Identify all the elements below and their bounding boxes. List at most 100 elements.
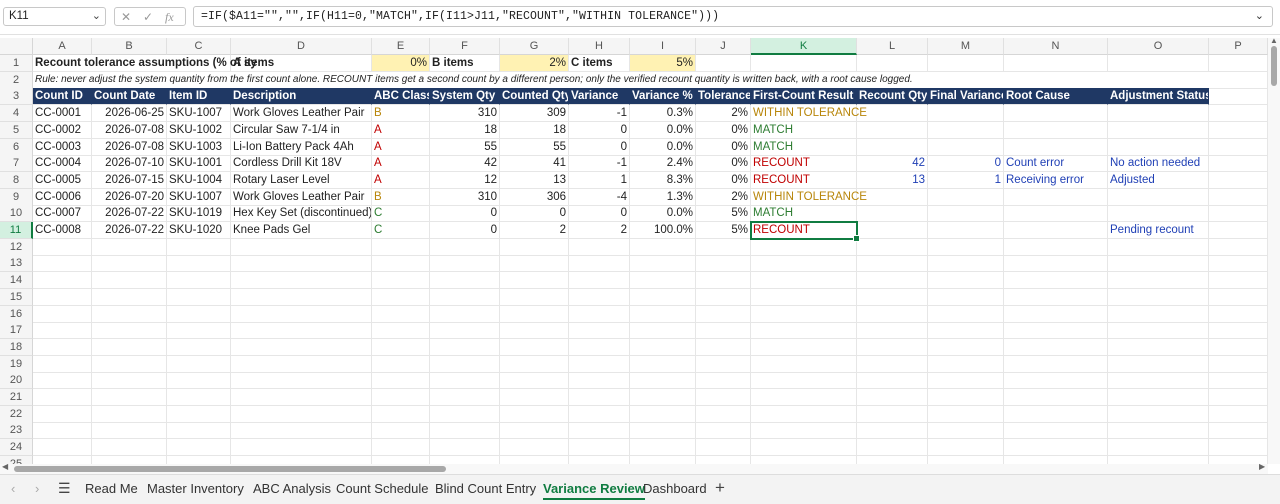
table-cell[interactable]: C [372,205,430,223]
empty-cell[interactable] [372,389,430,406]
table-cell[interactable]: 1.3% [630,188,696,206]
empty-cell[interactable] [751,322,857,340]
row-header-10[interactable]: 10 [0,205,33,223]
empty-cell[interactable] [372,355,430,373]
column-title[interactable]: Count ID [33,88,92,106]
table-cell[interactable]: B [372,105,430,123]
empty-cell[interactable] [1004,255,1108,273]
table-cell[interactable]: 2026-07-22 [92,205,167,223]
empty-cell[interactable] [1209,138,1268,156]
empty-cell[interactable] [33,405,92,423]
empty-cell[interactable] [430,322,500,340]
empty-cell[interactable] [33,272,92,290]
assumption-c-label[interactable]: C items [569,55,630,72]
worksheet-grid[interactable]: A B C D E F G H I J K L M N O P 1 2 3 4 5 6 7 8 9 10 11 12 13 14 15 16 1… [0,38,1268,464]
empty-cell[interactable] [1004,405,1108,423]
empty-cell[interactable] [500,439,569,457]
empty-cell[interactable] [1004,288,1108,306]
row-header-2[interactable]: 2 [0,71,33,89]
empty-cell[interactable] [751,389,857,406]
table-cell[interactable] [1004,138,1108,156]
row-header-15[interactable]: 15 [0,288,33,306]
row-header-9[interactable]: 9 [0,188,33,206]
empty-cell[interactable] [372,305,430,323]
table-cell[interactable] [928,138,1004,156]
empty-cell[interactable] [500,422,569,440]
empty-cell[interactable] [92,455,167,464]
table-cell[interactable] [857,105,928,123]
table-cell[interactable]: CC-0004 [33,155,92,173]
table-cell[interactable]: No action needed [1108,155,1209,173]
table-cell[interactable] [1108,205,1209,223]
table-cell[interactable]: 2026-07-08 [92,121,167,139]
empty-cell[interactable] [33,288,92,306]
column-header-h[interactable]: H [569,38,630,55]
table-cell[interactable]: Cordless Drill Kit 18V [231,155,372,173]
column-title[interactable]: Item ID [167,88,231,106]
empty-cell[interactable] [33,422,92,440]
empty-cell[interactable] [630,238,696,256]
empty-cell[interactable] [430,288,500,306]
empty-cell[interactable] [751,272,857,290]
table-cell[interactable] [928,222,1004,239]
table-cell[interactable] [928,105,1004,123]
empty-cell[interactable] [1108,55,1209,72]
empty-cell[interactable] [430,238,500,256]
column-title[interactable]: Root Cause [1004,88,1108,106]
empty-cell[interactable] [372,272,430,290]
empty-cell[interactable] [372,405,430,423]
empty-cell[interactable] [231,455,372,464]
column-title[interactable]: Tolerance [696,88,751,106]
column-title[interactable]: Count Date [92,88,167,106]
empty-cell[interactable] [167,422,231,440]
empty-cell[interactable] [630,338,696,356]
horizontal-scroll-thumb[interactable] [14,466,446,472]
empty-cell[interactable] [1209,272,1268,290]
empty-cell[interactable] [630,405,696,423]
empty-cell[interactable] [630,372,696,390]
empty-cell[interactable] [751,439,857,457]
empty-cell[interactable] [372,288,430,306]
empty-cell[interactable] [167,238,231,256]
empty-cell[interactable] [696,389,751,406]
empty-cell[interactable] [1108,422,1209,440]
empty-cell[interactable] [231,255,372,273]
column-title[interactable]: Adjustment Status [1108,88,1209,106]
empty-cell[interactable] [1209,71,1268,89]
table-cell[interactable]: MATCH [751,138,857,156]
empty-cell[interactable] [857,338,928,356]
empty-cell[interactable] [430,255,500,273]
table-cell[interactable] [857,188,928,206]
empty-cell[interactable] [1004,355,1108,373]
empty-cell[interactable] [751,355,857,373]
column-title[interactable]: Final Variance [928,88,1004,106]
row-header-8[interactable]: 8 [0,171,33,189]
empty-cell[interactable] [1108,439,1209,457]
table-cell[interactable]: 2026-06-25 [92,105,167,123]
empty-cell[interactable] [1209,338,1268,356]
table-cell[interactable]: 2% [696,105,751,123]
empty-cell[interactable] [92,422,167,440]
empty-cell[interactable] [928,238,1004,256]
empty-cell[interactable] [167,355,231,373]
empty-cell[interactable] [1108,322,1209,340]
table-cell[interactable] [857,138,928,156]
empty-cell[interactable] [1209,188,1268,206]
table-cell[interactable]: B [372,188,430,206]
table-cell[interactable] [928,121,1004,139]
table-cell[interactable]: Work Gloves Leather Pair [231,188,372,206]
empty-cell[interactable] [167,305,231,323]
scroll-right-icon[interactable]: ▶ [1259,462,1265,471]
tab-variance-review[interactable]: Variance Review [543,481,645,500]
empty-cell[interactable] [630,355,696,373]
empty-cell[interactable] [857,288,928,306]
empty-cell[interactable] [1209,322,1268,340]
empty-cell[interactable] [92,305,167,323]
empty-cell[interactable] [500,372,569,390]
table-cell[interactable]: A [372,155,430,173]
empty-cell[interactable] [231,288,372,306]
rule-note[interactable]: Rule: never adjust the system quantity f… [33,72,1209,89]
table-cell[interactable]: 0% [696,171,751,189]
empty-cell[interactable] [751,238,857,256]
table-cell[interactable]: CC-0007 [33,205,92,223]
